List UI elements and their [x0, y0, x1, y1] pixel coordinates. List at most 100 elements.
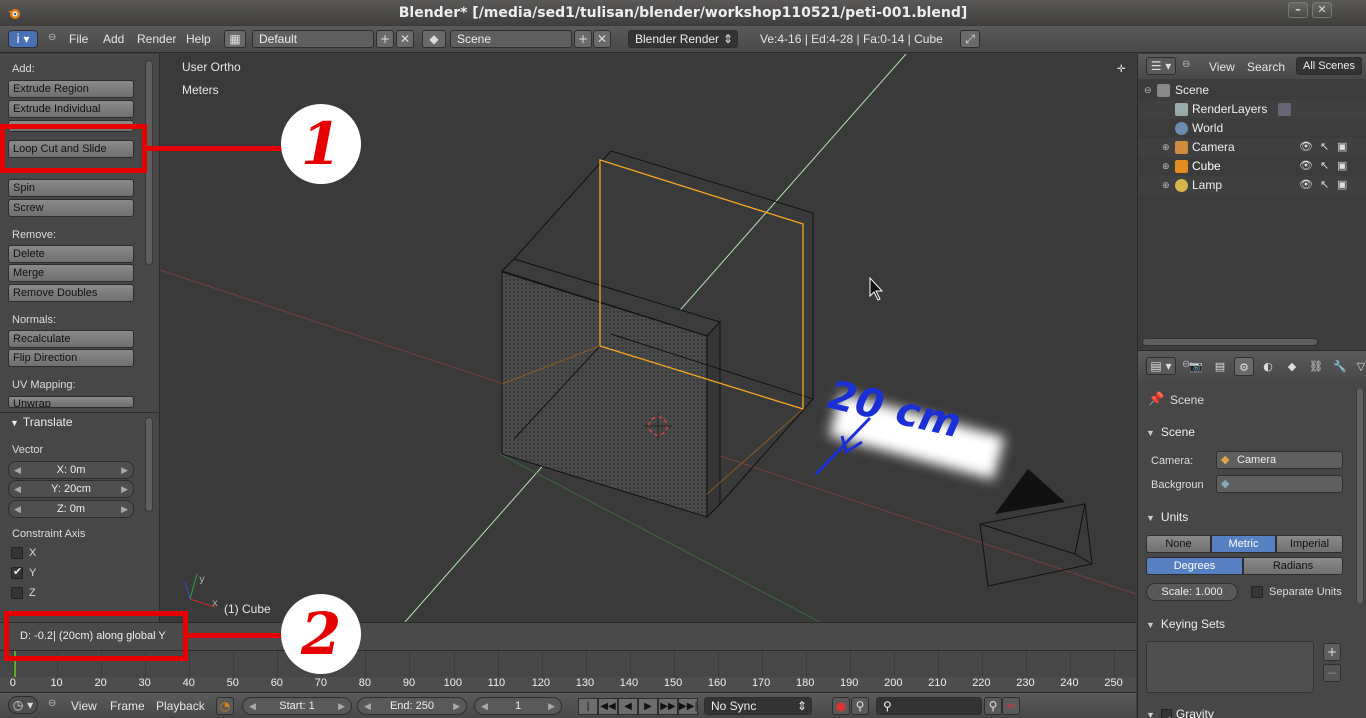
preview-range-icon[interactable]: ◔	[216, 697, 234, 715]
prev-keyframe-icon[interactable]: ◀◀	[598, 698, 618, 715]
scene-field[interactable]: Scene	[450, 30, 572, 48]
scene-tab-icon[interactable]: ⚙	[1234, 357, 1254, 376]
remove-screen-icon[interactable]: ✕	[396, 30, 414, 48]
collapse-icon[interactable]: ⊖	[1144, 81, 1152, 100]
outliner-item-lamp[interactable]: ⊕ Lamp 👁 ↖ ▣	[1138, 176, 1366, 195]
recalculate-button[interactable]: Recalculate	[8, 330, 134, 348]
keying-sets-panel-header[interactable]: ▼ Keying Sets	[1146, 613, 1350, 635]
collapse-menus-icon[interactable]: ⊖	[48, 698, 56, 709]
outliner-item-cube[interactable]: ⊕ Cube 👁 ↖ ▣	[1138, 157, 1366, 176]
visibility-eye-icon[interactable]: 👁	[1299, 176, 1313, 195]
outliner-menu-search[interactable]: Search	[1247, 60, 1285, 74]
remove-keying-set-icon[interactable]: −	[1323, 664, 1341, 682]
spin-button[interactable]: Spin	[8, 179, 134, 197]
operator-title-row[interactable]: ▼ Translate	[10, 415, 73, 429]
close-window-button[interactable]: ✕	[1312, 2, 1332, 18]
timeline-menu-playback[interactable]: Playback	[156, 699, 205, 713]
editor-type-timeline-icon[interactable]: ◷ ▾	[8, 696, 38, 714]
play-reverse-icon[interactable]: ◀	[618, 698, 638, 715]
constraint-z-checkbox[interactable]	[11, 587, 23, 599]
outliner-item-scene[interactable]: ⊖ Scene	[1138, 81, 1366, 100]
outliner-item-camera[interactable]: ⊕ Camera 👁 ↖ ▣	[1138, 138, 1366, 157]
screw-button[interactable]: Screw	[8, 199, 134, 217]
outliner-horizontal-scrollbar[interactable]	[1142, 338, 1318, 346]
menu-add[interactable]: Add	[103, 32, 124, 46]
expand-icon[interactable]: ⊕	[1162, 176, 1170, 195]
current-frame-field[interactable]: ◀ 1 ▶	[474, 697, 562, 715]
add-scene-icon[interactable]: +	[574, 30, 592, 48]
keying-sets-list[interactable]	[1146, 641, 1314, 693]
visibility-eye-icon[interactable]: 👁	[1299, 157, 1313, 176]
collapse-menus-icon[interactable]: ⊖	[48, 32, 56, 43]
keying-set-field[interactable]: ⚲	[876, 697, 982, 715]
unit-metric-button[interactable]: Metric	[1211, 535, 1276, 553]
rotation-radians-button[interactable]: Radians	[1243, 557, 1343, 575]
keying-icon[interactable]: ⚲	[851, 697, 869, 715]
selectability-cursor-icon[interactable]: ↖	[1320, 157, 1329, 176]
viewport-corner-plus-icon[interactable]: ✛	[1117, 64, 1126, 75]
remove-doubles-button[interactable]: Remove Doubles	[8, 284, 134, 302]
renderability-camera-icon[interactable]: ▣	[1337, 138, 1347, 157]
screen-layout-field[interactable]: Default	[252, 30, 374, 48]
collapse-menus-icon[interactable]: ⊖	[1182, 59, 1190, 70]
properties-scrollbar[interactable]	[1356, 387, 1364, 605]
record-icon[interactable]: ●	[832, 697, 850, 715]
extrude-individual-button[interactable]: Extrude Individual	[8, 100, 134, 118]
sync-mode-select[interactable]: No Sync ⇕	[704, 697, 812, 715]
vector-x-field[interactable]: ◀ X: 0m ▶	[8, 461, 134, 479]
play-icon[interactable]: ▶	[638, 698, 658, 715]
unit-imperial-button[interactable]: Imperial	[1276, 535, 1343, 553]
selectability-cursor-icon[interactable]: ↖	[1320, 138, 1329, 157]
unwrap-button[interactable]: Unwrap	[8, 396, 134, 408]
screen-layout-icon[interactable]: ▦	[224, 30, 246, 48]
gravity-panel-header[interactable]: ▼ ✔Gravity	[1146, 703, 1350, 718]
pin-icon[interactable]: 📌	[1148, 391, 1164, 407]
remove-scene-icon[interactable]: ✕	[593, 30, 611, 48]
modifiers-tab-icon[interactable]: 🔧	[1330, 357, 1350, 376]
visibility-eye-icon[interactable]: 👁	[1299, 138, 1313, 157]
separate-units-checkbox[interactable]	[1251, 586, 1263, 598]
constraint-x-checkbox[interactable]	[11, 547, 23, 559]
expand-icon[interactable]: ⊕	[1162, 138, 1170, 157]
delete-keyframe-icon[interactable]: ✂	[1002, 697, 1020, 715]
add-screen-icon[interactable]: +	[376, 30, 394, 48]
outliner-menu-view[interactable]: View	[1209, 60, 1235, 74]
data-tab-icon[interactable]: ▽	[1351, 357, 1366, 376]
editor-type-info-icon[interactable]: i ▾	[8, 30, 38, 48]
start-frame-field[interactable]: ◀ Start: 1 ▶	[242, 697, 352, 715]
selectability-cursor-icon[interactable]: ↖	[1320, 176, 1329, 195]
merge-button[interactable]: Merge	[8, 264, 134, 282]
end-frame-field[interactable]: ◀ End: 250 ▶	[357, 697, 467, 715]
timeline-menu-view[interactable]: View	[71, 699, 97, 713]
flip-direction-button[interactable]: Flip Direction	[8, 349, 134, 367]
gravity-checkbox[interactable]: ✔	[1160, 709, 1172, 718]
unit-scale-field[interactable]: Scale: 1.000	[1146, 583, 1238, 601]
menu-file[interactable]: File	[69, 32, 88, 46]
minimize-button[interactable]: –	[1288, 2, 1308, 18]
jump-start-icon[interactable]: |◀◀	[578, 698, 598, 718]
next-keyframe-icon[interactable]: ▶▶	[658, 698, 678, 715]
render-tab-icon[interactable]: 📷	[1186, 357, 1206, 376]
constraints-tab-icon[interactable]: ⛓	[1306, 357, 1326, 376]
rotation-degrees-button[interactable]: Degrees	[1146, 557, 1243, 575]
vector-y-field[interactable]: ◀ Y: 20cm ▶	[8, 480, 134, 498]
extrude-region-button[interactable]: Extrude Region	[8, 80, 134, 98]
unit-none-button[interactable]: None	[1146, 535, 1211, 553]
insert-keyframe-icon[interactable]: ⚲	[984, 697, 1002, 715]
renderability-camera-icon[interactable]: ▣	[1337, 176, 1347, 195]
frame-ruler[interactable]	[0, 677, 1136, 693]
expand-icon[interactable]: ⊕	[1162, 157, 1170, 176]
delete-button[interactable]: Delete	[8, 245, 134, 263]
jump-end-icon[interactable]: ▶▶|	[678, 698, 698, 715]
units-panel-header[interactable]: ▼ Units	[1146, 506, 1350, 528]
timeline-menu-frame[interactable]: Frame	[110, 699, 145, 713]
scene-icon[interactable]: ◆	[422, 30, 446, 48]
scene-camera-field[interactable]: ◆ Camera	[1216, 451, 1343, 469]
scene-panel-header[interactable]: ▼ Scene	[1146, 421, 1350, 443]
fullscreen-icon[interactable]: ⤢	[960, 30, 980, 48]
menu-render[interactable]: Render	[137, 32, 176, 46]
operator-scrollbar[interactable]	[145, 417, 153, 512]
outliner-item-renderlayers[interactable]: RenderLayers	[1138, 100, 1366, 119]
editor-type-properties-icon[interactable]: ▤ ▾	[1146, 357, 1176, 375]
world-tab-icon[interactable]: ◐	[1258, 357, 1278, 376]
